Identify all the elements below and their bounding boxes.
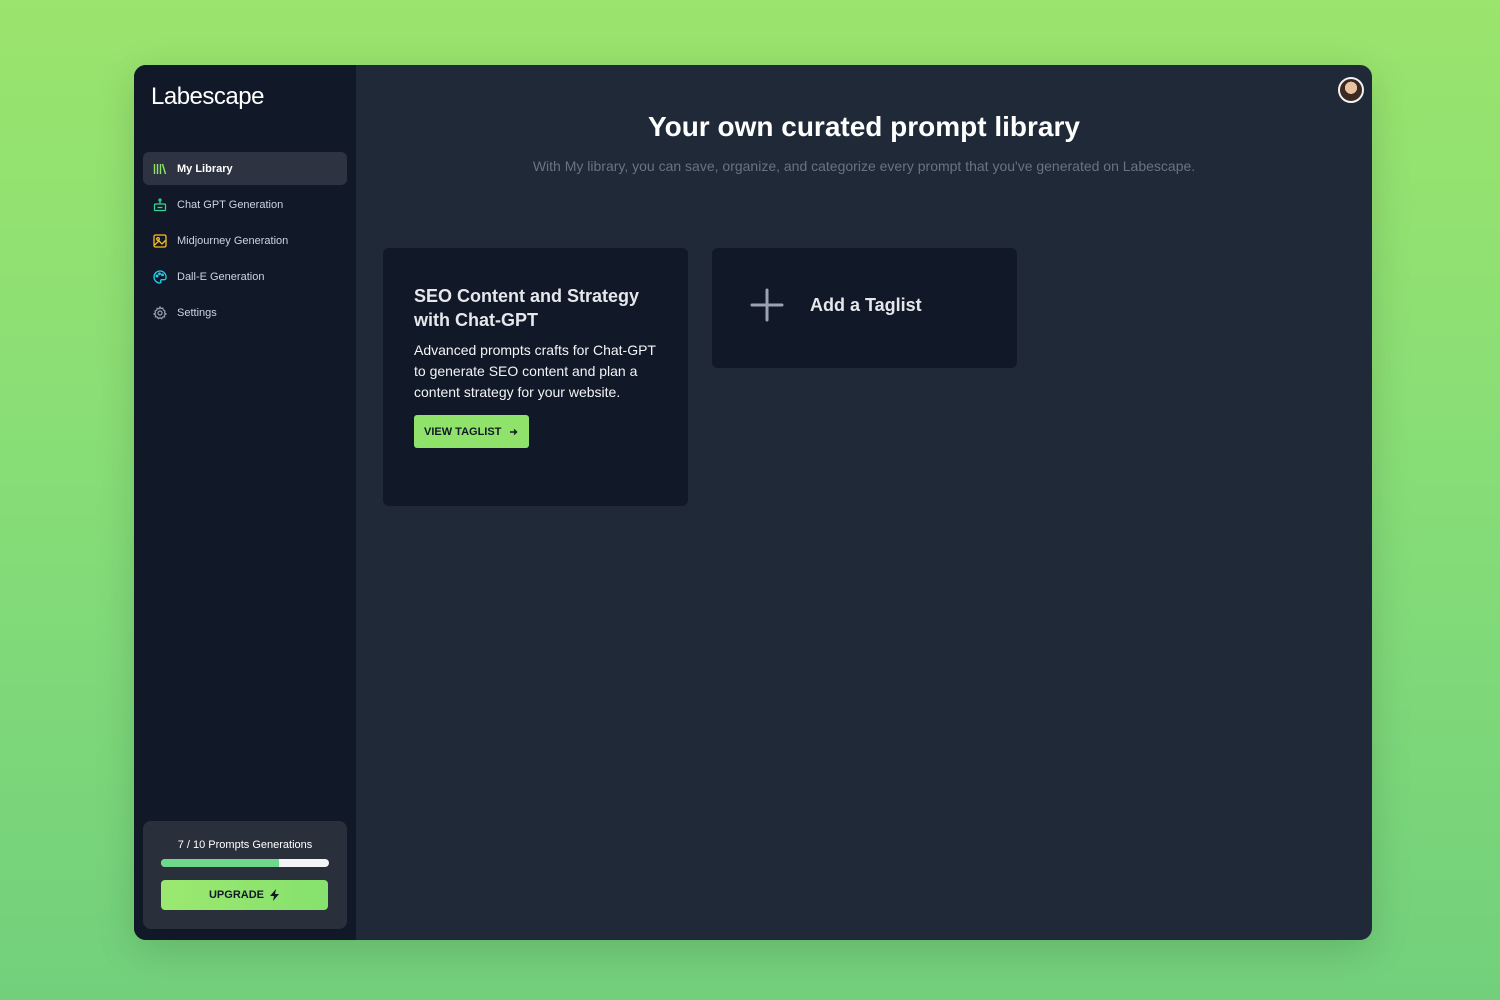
palette-icon [153,269,167,284]
sidebar-nav: My Library Chat GPT Generation Midjourne… [143,152,347,332]
usage-panel: 7 / 10 Prompts Generations UPGRADE [143,821,347,929]
page-title: Your own curated prompt library [648,111,1080,142]
library-icon [153,162,167,176]
app-window: Labescape My Library Chat GPT Generation… [134,65,1372,940]
lightning-icon [270,889,279,901]
sidebar-item-label: Midjourney Generation [177,234,289,247]
usage-progress-fill [161,859,279,867]
sidebar-item-label: Chat GPT Generation [177,198,284,211]
main-content: Your own curated prompt library With My … [356,65,1372,940]
gear-icon [153,305,167,320]
view-taglist-label: VIEW TAGLIST [424,425,502,438]
robot-icon [153,197,167,212]
sidebar-item-chat-gpt[interactable]: Chat GPT Generation [143,188,347,221]
sidebar-item-midjourney[interactable]: Midjourney Generation [143,224,347,257]
sidebar-item-label: Settings [177,306,217,319]
arrow-right-icon [510,428,518,435]
taglist-title: SEO Content and Strategy with Chat-GPT [414,286,640,330]
upgrade-label: UPGRADE [208,889,264,901]
sidebar-item-my-library[interactable]: My Library [143,152,347,185]
logo[interactable]: Labescape [151,83,264,111]
plus-icon [750,288,784,322]
sidebar-item-settings[interactable]: Settings [143,296,347,329]
taglist-card: SEO Content and Strategy with Chat-GPT A… [383,248,688,506]
logo-text: Labescape [151,83,264,110]
usage-progress-bar [161,859,329,867]
user-avatar[interactable] [1338,77,1364,103]
view-taglist-button[interactable]: VIEW TAGLIST [414,415,530,448]
add-taglist-card[interactable]: Add a Taglist [712,248,1017,368]
add-taglist-label: Add a Taglist [810,294,922,315]
page-subtitle: With My library, you can save, organize,… [532,158,1196,174]
sidebar-item-label: My Library [177,162,233,175]
taglist-description: Advanced prompts crafts for Chat-GPT to … [414,342,656,400]
image-icon [153,233,167,248]
sidebar-item-label: Dall-E Generation [177,270,265,283]
upgrade-button[interactable]: UPGRADE [161,880,328,910]
sidebar-item-dall-e[interactable]: Dall-E Generation [143,260,347,293]
sidebar: Labescape My Library Chat GPT Generation… [134,65,356,940]
usage-text: 7 / 10 Prompts Generations [177,839,313,851]
